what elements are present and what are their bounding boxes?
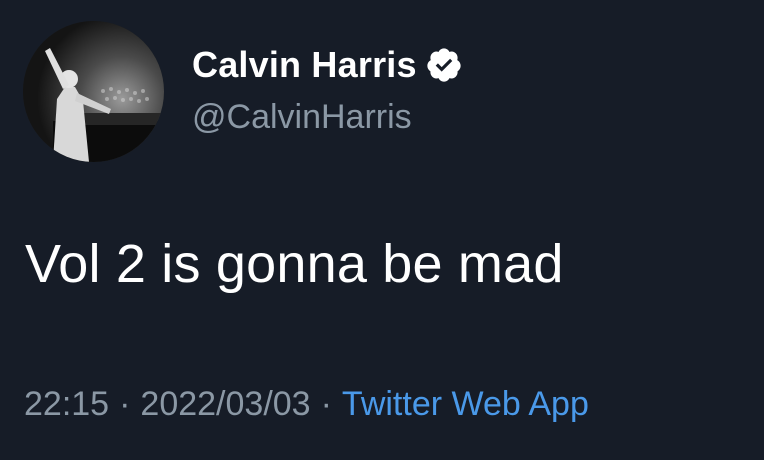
- tweet-text: Vol 2 is gonna be mad: [25, 234, 564, 294]
- meta-separator: ·: [119, 385, 131, 423]
- tweet-source-link[interactable]: Twitter Web App: [342, 385, 589, 423]
- tweet-time[interactable]: 22:15: [24, 385, 109, 423]
- tweet-meta: 22:15 · 2022/03/03 · Twitter Web App: [24, 382, 589, 426]
- author-handle[interactable]: @CalvinHarris: [192, 96, 412, 138]
- avatar[interactable]: [23, 21, 164, 162]
- tweet-date[interactable]: 2022/03/03: [140, 385, 310, 423]
- author-name-row[interactable]: Calvin Harris: [192, 44, 463, 86]
- avatar-image: [23, 21, 164, 162]
- tweet-card: Calvin Harris @CalvinHarris Vol 2 is gon…: [0, 0, 764, 460]
- author-name[interactable]: Calvin Harris: [192, 44, 417, 86]
- meta-separator: ·: [320, 385, 332, 423]
- verified-badge-icon: [425, 46, 463, 84]
